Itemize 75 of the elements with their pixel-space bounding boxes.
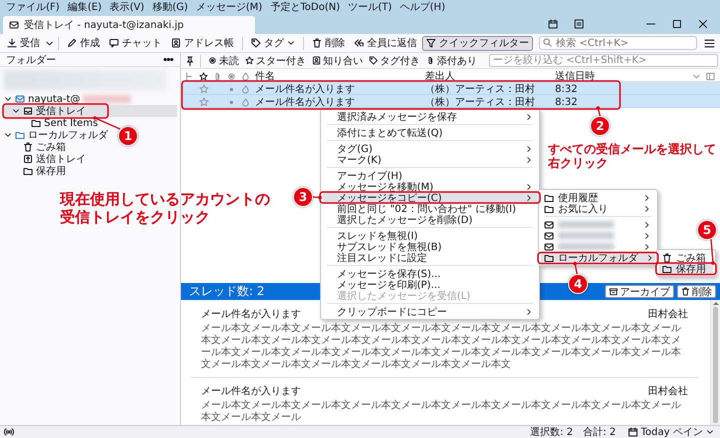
message-preview: メール本文メール本文メール本文メール本文メール本文メール本文メール本文メール本文メール本文メール本文メール本文メール bbox=[201, 400, 682, 424]
menu-item[interactable]: 注目スレッドに設定 bbox=[323, 252, 537, 263]
folder-item[interactable]: nayuta-t@ bbox=[3, 93, 134, 105]
subject-cell-text: メール件名が入ります bbox=[255, 96, 356, 109]
menu-item[interactable]: メッセージを保存(S)... bbox=[323, 268, 537, 279]
instruction-note: 現在使用しているアカウントの 受信トレイをクリック bbox=[60, 190, 270, 226]
menu-item[interactable]: 予定とToDo(N) bbox=[266, 0, 344, 14]
filter-button[interactable]: 添付あり bbox=[424, 54, 479, 67]
menu-item[interactable]: 選択したメッセージを削除(D) bbox=[323, 214, 537, 225]
subject-cell-text: メール件名が入ります bbox=[255, 82, 356, 96]
date-cell-text: 8:32 bbox=[555, 84, 578, 94]
menu-item[interactable]: 表示(V) bbox=[106, 0, 148, 14]
menu-item[interactable]: メッセージを印刷(P)... bbox=[323, 279, 537, 290]
sender-cell-text: （株）アーティス：田村 bbox=[425, 82, 536, 96]
menu-item[interactable]: 移動(G) bbox=[148, 0, 192, 14]
thread-count: スレッド数: 2 bbox=[189, 283, 264, 300]
menu-item[interactable]: マーク(K) bbox=[323, 154, 537, 165]
message-subject: メール件名が入ります bbox=[201, 384, 301, 398]
menu-item[interactable]: サブスレッドを無視(B) bbox=[323, 241, 537, 252]
toolbar-button[interactable]: アドレス帳 bbox=[167, 36, 238, 50]
message-sender: 田村会社 bbox=[648, 308, 688, 321]
column-header[interactable]: 送信日時 bbox=[555, 69, 692, 83]
total-count: 合計: 2 bbox=[582, 426, 616, 438]
menu-item[interactable]: 前回と同じ "02：問い合わせ" に移動(I) bbox=[323, 203, 537, 214]
search-field[interactable]: 検索 <Ctrl+K> bbox=[539, 36, 697, 50]
message-sender: 田村会社 bbox=[648, 384, 688, 398]
column-header[interactable]: 件名 bbox=[255, 69, 425, 83]
menu-item[interactable]: お気に入り bbox=[541, 203, 655, 214]
pane-title: フォルダー bbox=[6, 54, 56, 66]
folder-item[interactable]: 送信トレイ bbox=[3, 153, 89, 165]
date-cell-text: 8:32 bbox=[555, 96, 578, 108]
toolbar-button[interactable]: 受信 bbox=[3, 36, 44, 50]
filter-button[interactable]: 未読 bbox=[206, 54, 241, 67]
column-header[interactable]: 差出人 bbox=[425, 69, 555, 83]
menu-item[interactable]: タグ(G) bbox=[323, 143, 537, 154]
toolbar-button[interactable]: クイックフィルター bbox=[422, 36, 533, 50]
menu-item[interactable]: 使用履歴 bbox=[541, 192, 655, 203]
toolbar-button[interactable]: タグ bbox=[247, 36, 299, 50]
menu-item[interactable]: ツール(T) bbox=[344, 0, 396, 14]
folder-item[interactable]: ごみ箱 bbox=[3, 141, 69, 153]
menu-item[interactable]: ファイル(F) bbox=[2, 0, 64, 14]
instruction-note: すべての受信メールを選択して 右クリック bbox=[548, 142, 716, 171]
menu-item[interactable]: メッセージを移動(M) bbox=[323, 181, 537, 192]
menu-item[interactable]: 保存用 bbox=[659, 263, 713, 274]
menu-item[interactable]: メッセージをコピー(C) bbox=[323, 192, 537, 203]
toolbar-button[interactable]: 全員に返信 bbox=[350, 36, 421, 50]
thread-action-button[interactable]: 削除 bbox=[677, 285, 716, 298]
folder-item[interactable]: ローカルフォルダ bbox=[3, 129, 111, 141]
menu-item[interactable]: スレッドを無視(I) bbox=[323, 230, 537, 241]
sender-cell-text: （株）アーティス：田村 bbox=[425, 96, 536, 109]
filter-button[interactable]: タグ付き bbox=[367, 54, 422, 67]
toolbar-button[interactable]: チャット bbox=[105, 36, 166, 50]
menu-item[interactable]: ごみ箱 bbox=[659, 252, 713, 263]
thread-action-button[interactable]: アーカイブ bbox=[605, 285, 674, 298]
tab[interactable]: 受信トレイ - nayuta-t@izanaki.jp bbox=[3, 16, 255, 34]
message-row[interactable]: メール件名が入ります （株）アーティス：田村 8:32 bbox=[181, 82, 720, 95]
toolbar-button[interactable]: 削除 bbox=[308, 36, 349, 50]
menu-item[interactable]: クリップボードにコピー bbox=[323, 306, 537, 317]
folder-item[interactable]: Sent Items bbox=[3, 117, 101, 129]
message-row[interactable]: メール件名が入ります （株）アーティス：田村 8:32 bbox=[181, 95, 720, 108]
menu-item[interactable]: ヘルプ(H) bbox=[396, 0, 450, 14]
message-preview: メール本文メール本文メール本文メール本文メール本文メール本文メール本文メール本文メール本文メール本文メール本文メール本文メール本文メール本文メール本文メール本文メール本文メール本文メール本文メール本文メール本文メール本文メール本文メール本文メール本文メール本文メール本文メール本文メール本文メール本文メール本文メール本文メール本文メール本文メール本文 bbox=[201, 323, 682, 371]
filter-button[interactable]: 知り合い bbox=[310, 54, 365, 67]
menu-item[interactable]: メッセージ(M) bbox=[192, 0, 266, 14]
folder-item[interactable]: 保存用 bbox=[3, 165, 69, 177]
menu-item[interactable]: 編集(E) bbox=[64, 0, 106, 14]
folder-item[interactable]: 受信トレイ bbox=[3, 105, 177, 117]
today-pane-button[interactable]: Today ペイン bbox=[626, 425, 716, 438]
filter-button[interactable]: スター付き bbox=[243, 54, 308, 67]
selected-count: 選択数: 2 bbox=[530, 426, 573, 438]
message-subject: メール件名が入ります bbox=[201, 308, 301, 321]
menu-item[interactable]: アーカイブ(H) bbox=[323, 170, 537, 181]
menu-item[interactable]: 選択済みメッセージを保存 bbox=[323, 111, 537, 122]
menu-item[interactable]: 添付にまとめて転送(Q) bbox=[323, 127, 537, 138]
toolbar-button[interactable]: 作成 bbox=[63, 36, 104, 50]
